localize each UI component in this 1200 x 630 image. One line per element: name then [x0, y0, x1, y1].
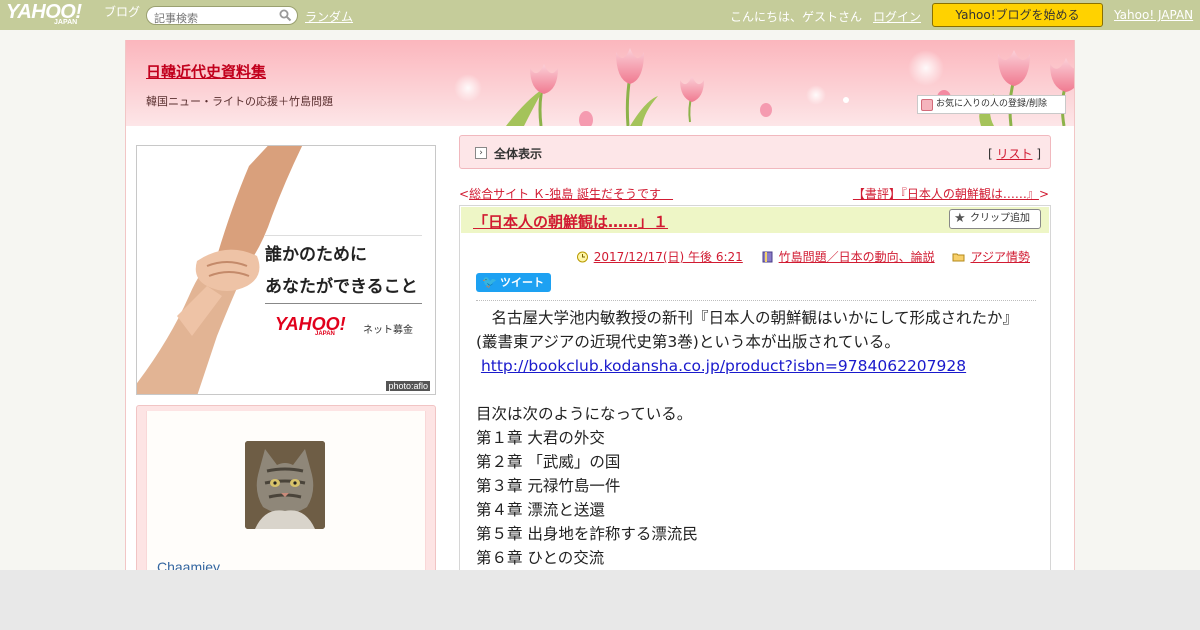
blog-title-link[interactable]: 日韓近代史資料集 [146, 61, 266, 82]
blog-container: 日韓近代史資料集 韓国ニュー・ライトの応援＋竹島問題 お気に入りの人の登録/削除… [125, 40, 1075, 576]
banner-divider-top [265, 235, 422, 236]
banner-yahoo-logo: YAHOO! [275, 314, 346, 334]
folder-icon [952, 253, 965, 262]
view-mode-label: 全体表示 [494, 147, 543, 161]
next-article-title: 【書評】『日本人の朝鮮観は‥‥‥』 [852, 187, 1039, 201]
article-divider [476, 300, 1036, 301]
body-line: 名古屋大学池内敏教授の新刊『日本人の朝鮮観はいかにして形成されたか』 [476, 309, 1019, 327]
list-bracket-close: ] [1036, 147, 1041, 161]
blog-subtitle: 韓国ニュー・ライトの応援＋竹島問題 [146, 95, 333, 108]
body-line: 第５章 出身地を詐称する漂流民 [476, 525, 698, 543]
page-footer-area [0, 570, 1200, 630]
body-line: 第２章 「武威」の国 [476, 453, 621, 471]
search-input[interactable] [154, 10, 282, 27]
random-link[interactable]: ランダム [305, 8, 353, 25]
profile-inner: Chaamiey [146, 411, 426, 576]
banner-japan-text: JAPAN [315, 331, 335, 337]
banner-text-line2: あなたができること [265, 277, 418, 297]
holding-hands-image [137, 146, 435, 394]
article-title-bar: 「日本人の朝鮮観は‥‥‥」１ ★ クリップ追加 [461, 207, 1049, 233]
article-date-text: 2017/12/17(日) 午後 6:21 [593, 250, 743, 264]
book-icon [762, 251, 773, 263]
avatar[interactable] [245, 441, 325, 529]
prev-article-title: 総合サイト Ｋ-独島 誕生だそうです [469, 187, 674, 201]
yahoo-blog-logo[interactable]: YAHOO! JAPAN ブログ [6, 1, 141, 27]
yahoo-japan-link[interactable]: Yahoo! JAPAN [1114, 8, 1193, 22]
banner-divider [265, 303, 422, 304]
top-navigation-bar: YAHOO! JAPAN ブログ ランダム こんにちは、ゲストさん ログイン Y… [0, 0, 1200, 30]
article-category[interactable]: 竹島問題／日本の動向、論説 [761, 248, 935, 265]
chevron-right-icon: › [475, 147, 487, 159]
article: 「日本人の朝鮮観は‥‥‥」１ ★ クリップ追加 2017/12/17(日) 午後… [459, 205, 1051, 575]
view-mode-bar: › 全体表示 [ リスト ] [459, 135, 1051, 169]
logo-blog-text: ブログ [104, 5, 141, 19]
blog-header: 日韓近代史資料集 韓国ニュー・ライトの応援＋竹島問題 お気に入りの人の登録/削除 [126, 40, 1074, 126]
next-article-link[interactable]: 【書評】『日本人の朝鮮観は‥‥‥』> [853, 185, 1049, 202]
heart-icon [921, 99, 933, 111]
tweet-button[interactable]: 🐦 ツイート [476, 273, 551, 292]
twitter-bird-icon: 🐦 [482, 275, 497, 289]
greeting-text: こんにちは、ゲストさん [730, 10, 863, 24]
search-icon[interactable] [279, 9, 292, 22]
net-donation-banner[interactable]: 誰かのために あなたができること YAHOO! JAPAN ネット募金 phot… [136, 145, 436, 395]
body-line: (叢書東アジアの近現代史第3巻)という本が出版されている。 [476, 333, 900, 351]
list-bracket-open: [ [987, 147, 993, 161]
profile-box: Chaamiey [136, 405, 436, 576]
next-arrow: > [1038, 187, 1049, 201]
star-icon: ★ [954, 211, 966, 226]
body-line: 第４章 漂流と送還 [476, 501, 605, 519]
body-line [476, 378, 1036, 402]
banner-text-line1: 誰かのために [265, 245, 367, 265]
list-view-toggle: [ リスト ] [988, 145, 1041, 162]
clock-icon [576, 251, 588, 263]
favorite-register-label: お気に入りの人の登録/削除 [936, 99, 1048, 109]
favorite-register-button[interactable]: お気に入りの人の登録/削除 [917, 95, 1066, 114]
list-view-link[interactable]: リスト [996, 147, 1032, 161]
body-line: 第６章 ひとの交流 [476, 549, 605, 567]
body-line: 第１章 大君の外交 [476, 429, 605, 447]
cat-avatar-image [245, 441, 325, 529]
prev-arrow: < [459, 187, 470, 201]
article-title[interactable]: 「日本人の朝鮮観は‥‥‥」１ [473, 211, 668, 232]
article-meta: 2017/12/17(日) 午後 6:21 竹島問題／日本の動向、論説 アジア情… [562, 248, 1030, 265]
previous-article-link[interactable]: <総合サイト Ｋ-独島 誕生だそうです [459, 185, 673, 202]
book-link[interactable]: http://bookclub.kodansha.co.jp/product?i… [481, 357, 966, 375]
article-category-text: 竹島問題／日本の動向、論説 [778, 250, 935, 264]
article-folder[interactable]: アジア情勢 [952, 248, 1030, 265]
body-line: 第３章 元禄竹島一件 [476, 477, 621, 495]
start-blog-button[interactable]: Yahoo!ブログを始める [932, 3, 1103, 27]
tweet-label: ツイート [500, 276, 544, 289]
login-link[interactable]: ログイン [873, 8, 921, 25]
clip-add-button[interactable]: ★ クリップ追加 [949, 209, 1041, 229]
banner-service-name: ネット募金 [363, 325, 413, 336]
body-line: 目次は次のようになっている。 [476, 405, 693, 423]
clip-add-label: クリップ追加 [970, 213, 1030, 224]
logo-japan-text: JAPAN [54, 19, 78, 26]
article-date[interactable]: 2017/12/17(日) 午後 6:21 [576, 248, 743, 265]
article-search-box [146, 6, 298, 27]
article-body: 名古屋大学池内敏教授の新刊『日本人の朝鮮観はいかにして形成されたか』 (叢書東ア… [476, 306, 1036, 570]
article-folder-text: アジア情勢 [970, 250, 1030, 264]
banner-photo-credit: photo:aflo [386, 381, 430, 391]
body-link-line: http://bookclub.kodansha.co.jp/product?i… [476, 354, 1036, 378]
